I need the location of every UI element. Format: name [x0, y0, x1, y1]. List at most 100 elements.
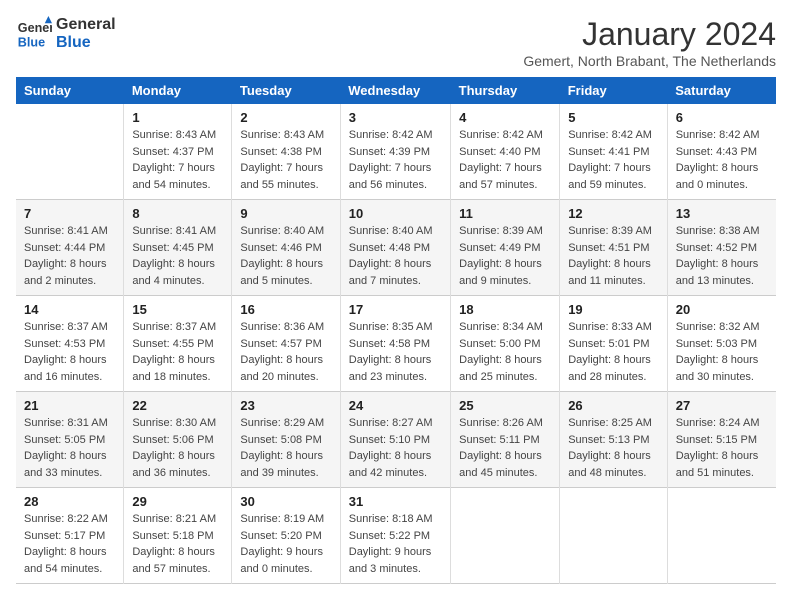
day-header-thursday: Thursday: [451, 77, 560, 104]
calendar-cell: 24 Sunrise: 8:27 AM Sunset: 5:10 PM Dayli…: [340, 392, 450, 488]
svg-text:General: General: [18, 21, 52, 35]
day-number: 31: [349, 494, 442, 509]
day-number: 4: [459, 110, 551, 125]
day-info: Sunrise: 8:19 AM Sunset: 5:20 PM Dayligh…: [240, 511, 331, 577]
day-number: 5: [568, 110, 659, 125]
day-info: Sunrise: 8:37 AM Sunset: 4:55 PM Dayligh…: [132, 319, 223, 385]
calendar-cell: 26Sunrise: 8:25 AM Sunset: 5:13 PM Dayli…: [560, 392, 668, 488]
day-number: 22: [132, 398, 223, 413]
day-info: Sunrise: 8:34 AM Sunset: 5:00 PM Dayligh…: [459, 319, 551, 385]
calendar-cell: 4 Sunrise: 8:42 AM Sunset: 4:40 PM Daylig…: [451, 104, 560, 200]
day-info: Sunrise: 8:35 AM Sunset: 4:58 PM Dayligh…: [349, 319, 442, 385]
day-info: Sunrise: 8:40 AM Sunset: 4:46 PM Dayligh…: [240, 223, 331, 289]
day-info: Sunrise: 8:41 AM Sunset: 4:45 PM Dayligh…: [132, 223, 223, 289]
calendar-subtitle: Gemert, North Brabant, The Netherlands: [523, 53, 776, 69]
day-info: Sunrise: 8:42 AM Sunset: 4:43 PM Dayligh…: [676, 127, 768, 193]
calendar-cell: 31 Sunrise: 8:18 AM Sunset: 5:22 PM Dayli…: [340, 488, 450, 584]
day-info: Sunrise: 8:37 AM Sunset: 4:53 PM Dayligh…: [24, 319, 115, 385]
day-info: Sunrise: 8:30 AM Sunset: 5:06 PM Dayligh…: [132, 415, 223, 481]
day-number: 18: [459, 302, 551, 317]
day-header-monday: Monday: [124, 77, 232, 104]
day-number: 24: [349, 398, 442, 413]
day-number: 21: [24, 398, 115, 413]
day-number: 9: [240, 206, 331, 221]
calendar-cell: 7 Sunrise: 8:41 AM Sunset: 4:44 PM Daylig…: [16, 200, 124, 296]
calendar-cell: 16 Sunrise: 8:36 AM Sunset: 4:57 PM Dayli…: [232, 296, 340, 392]
day-header-friday: Friday: [560, 77, 668, 104]
day-info: Sunrise: 8:29 AM Sunset: 5:08 PM Dayligh…: [240, 415, 331, 481]
calendar-cell: 3 Sunrise: 8:42 AM Sunset: 4:39 PM Daylig…: [340, 104, 450, 200]
day-number: 10: [349, 206, 442, 221]
day-info: Sunrise: 8:42 AM Sunset: 4:40 PM Dayligh…: [459, 127, 551, 193]
day-info: Sunrise: 8:26 AM Sunset: 5:11 PM Dayligh…: [459, 415, 551, 481]
day-number: 28: [24, 494, 115, 509]
calendar-week-row: 21 Sunrise: 8:31 AM Sunset: 5:05 PM Dayli…: [16, 392, 776, 488]
calendar-cell: 14Sunrise: 8:37 AM Sunset: 4:53 PM Dayli…: [16, 296, 124, 392]
calendar-cell: 8 Sunrise: 8:41 AM Sunset: 4:45 PM Daylig…: [124, 200, 232, 296]
day-number: 16: [240, 302, 331, 317]
day-number: 17: [349, 302, 442, 317]
calendar-cell: 17 Sunrise: 8:35 AM Sunset: 4:58 PM Dayli…: [340, 296, 450, 392]
day-number: 8: [132, 206, 223, 221]
calendar-cell: [16, 104, 124, 200]
calendar-cell: 10 Sunrise: 8:40 AM Sunset: 4:48 PM Dayli…: [340, 200, 450, 296]
calendar-cell: 1 Sunrise: 8:43 AM Sunset: 4:37 PM Daylig…: [124, 104, 232, 200]
page-header: General Blue General Blue January 2024 G…: [16, 16, 776, 69]
title-area: January 2024 Gemert, North Brabant, The …: [523, 16, 776, 69]
day-info: Sunrise: 8:40 AM Sunset: 4:48 PM Dayligh…: [349, 223, 442, 289]
day-number: 20: [676, 302, 768, 317]
calendar-cell: 12Sunrise: 8:39 AM Sunset: 4:51 PM Dayli…: [560, 200, 668, 296]
day-info: Sunrise: 8:36 AM Sunset: 4:57 PM Dayligh…: [240, 319, 331, 385]
logo-line2: Blue: [56, 34, 116, 52]
day-info: Sunrise: 8:33 AM Sunset: 5:01 PM Dayligh…: [568, 319, 659, 385]
calendar-cell: 13 Sunrise: 8:38 AM Sunset: 4:52 PM Dayli…: [667, 200, 776, 296]
day-number: 15: [132, 302, 223, 317]
day-number: 29: [132, 494, 223, 509]
day-info: Sunrise: 8:39 AM Sunset: 4:49 PM Dayligh…: [459, 223, 551, 289]
calendar-cell: [560, 488, 668, 584]
day-info: Sunrise: 8:27 AM Sunset: 5:10 PM Dayligh…: [349, 415, 442, 481]
calendar-cell: 30 Sunrise: 8:19 AM Sunset: 5:20 PM Dayli…: [232, 488, 340, 584]
calendar-header-row: SundayMondayTuesdayWednesdayThursdayFrid…: [16, 77, 776, 104]
logo-icon: General Blue: [16, 16, 52, 52]
day-info: Sunrise: 8:31 AM Sunset: 5:05 PM Dayligh…: [24, 415, 115, 481]
day-number: 19: [568, 302, 659, 317]
calendar-cell: 5 Sunrise: 8:42 AM Sunset: 4:41 PM Daylig…: [560, 104, 668, 200]
day-number: 30: [240, 494, 331, 509]
day-info: Sunrise: 8:43 AM Sunset: 4:38 PM Dayligh…: [240, 127, 331, 193]
calendar-cell: [451, 488, 560, 584]
logo-line1: General: [56, 16, 116, 34]
day-header-saturday: Saturday: [667, 77, 776, 104]
svg-text:Blue: Blue: [18, 36, 45, 50]
calendar-table: SundayMondayTuesdayWednesdayThursdayFrid…: [16, 77, 776, 584]
calendar-week-row: 14Sunrise: 8:37 AM Sunset: 4:53 PM Dayli…: [16, 296, 776, 392]
day-info: Sunrise: 8:21 AM Sunset: 5:18 PM Dayligh…: [132, 511, 223, 577]
calendar-title: January 2024: [523, 16, 776, 53]
calendar-cell: 18 Sunrise: 8:34 AM Sunset: 5:00 PM Dayli…: [451, 296, 560, 392]
day-info: Sunrise: 8:43 AM Sunset: 4:37 PM Dayligh…: [132, 127, 223, 193]
day-number: 13: [676, 206, 768, 221]
day-number: 3: [349, 110, 442, 125]
calendar-cell: 2 Sunrise: 8:43 AM Sunset: 4:38 PM Daylig…: [232, 104, 340, 200]
day-number: 11: [459, 206, 551, 221]
day-number: 7: [24, 206, 115, 221]
day-number: 2: [240, 110, 331, 125]
day-number: 23: [240, 398, 331, 413]
day-info: Sunrise: 8:42 AM Sunset: 4:41 PM Dayligh…: [568, 127, 659, 193]
calendar-cell: 23 Sunrise: 8:29 AM Sunset: 5:08 PM Dayli…: [232, 392, 340, 488]
calendar-cell: 20Sunrise: 8:32 AM Sunset: 5:03 PM Dayli…: [667, 296, 776, 392]
calendar-cell: 27Sunrise: 8:24 AM Sunset: 5:15 PM Dayli…: [667, 392, 776, 488]
day-number: 27: [676, 398, 768, 413]
calendar-cell: 29 Sunrise: 8:21 AM Sunset: 5:18 PM Dayli…: [124, 488, 232, 584]
day-number: 25: [459, 398, 551, 413]
day-info: Sunrise: 8:38 AM Sunset: 4:52 PM Dayligh…: [676, 223, 768, 289]
calendar-cell: 6Sunrise: 8:42 AM Sunset: 4:43 PM Daylig…: [667, 104, 776, 200]
calendar-week-row: 1 Sunrise: 8:43 AM Sunset: 4:37 PM Daylig…: [16, 104, 776, 200]
day-info: Sunrise: 8:41 AM Sunset: 4:44 PM Dayligh…: [24, 223, 115, 289]
calendar-cell: [667, 488, 776, 584]
day-info: Sunrise: 8:42 AM Sunset: 4:39 PM Dayligh…: [349, 127, 442, 193]
day-header-sunday: Sunday: [16, 77, 124, 104]
day-info: Sunrise: 8:18 AM Sunset: 5:22 PM Dayligh…: [349, 511, 442, 577]
calendar-cell: 22 Sunrise: 8:30 AM Sunset: 5:06 PM Dayli…: [124, 392, 232, 488]
day-number: 1: [132, 110, 223, 125]
